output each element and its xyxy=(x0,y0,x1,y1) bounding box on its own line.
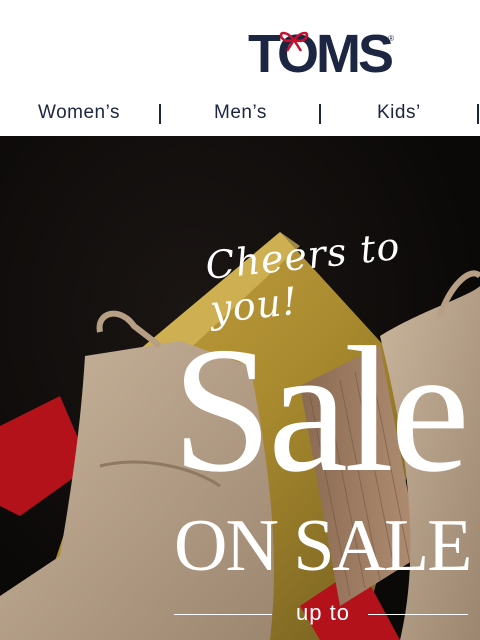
hero-banner[interactable]: Cheers to you! Sale ON SALE up to xyxy=(0,136,480,640)
registered-mark: ® xyxy=(388,34,394,43)
nav-item-kids[interactable]: Kids’ xyxy=(377,102,421,124)
offer-rule-left xyxy=(174,614,272,615)
ribbon-bow-icon xyxy=(279,31,309,52)
logo-wordmark: TOMS xyxy=(248,24,394,84)
offer-prefix: up to xyxy=(296,600,350,625)
hero-subheadline: ON SALE xyxy=(174,505,472,587)
nav-item-mens[interactable]: Men’s xyxy=(214,102,267,124)
nav-divider xyxy=(477,104,479,124)
hero-headline: Sale xyxy=(172,310,470,509)
email-header: TOMS ® xyxy=(0,0,480,96)
nav-item-womens[interactable]: Women’s xyxy=(38,102,120,124)
toms-logo[interactable]: TOMS ® xyxy=(248,24,394,84)
offer-rule-right xyxy=(368,614,468,615)
category-nav: Women’s Men’s Kids’ xyxy=(0,96,480,136)
nav-divider xyxy=(159,104,161,124)
nav-divider xyxy=(319,104,321,124)
